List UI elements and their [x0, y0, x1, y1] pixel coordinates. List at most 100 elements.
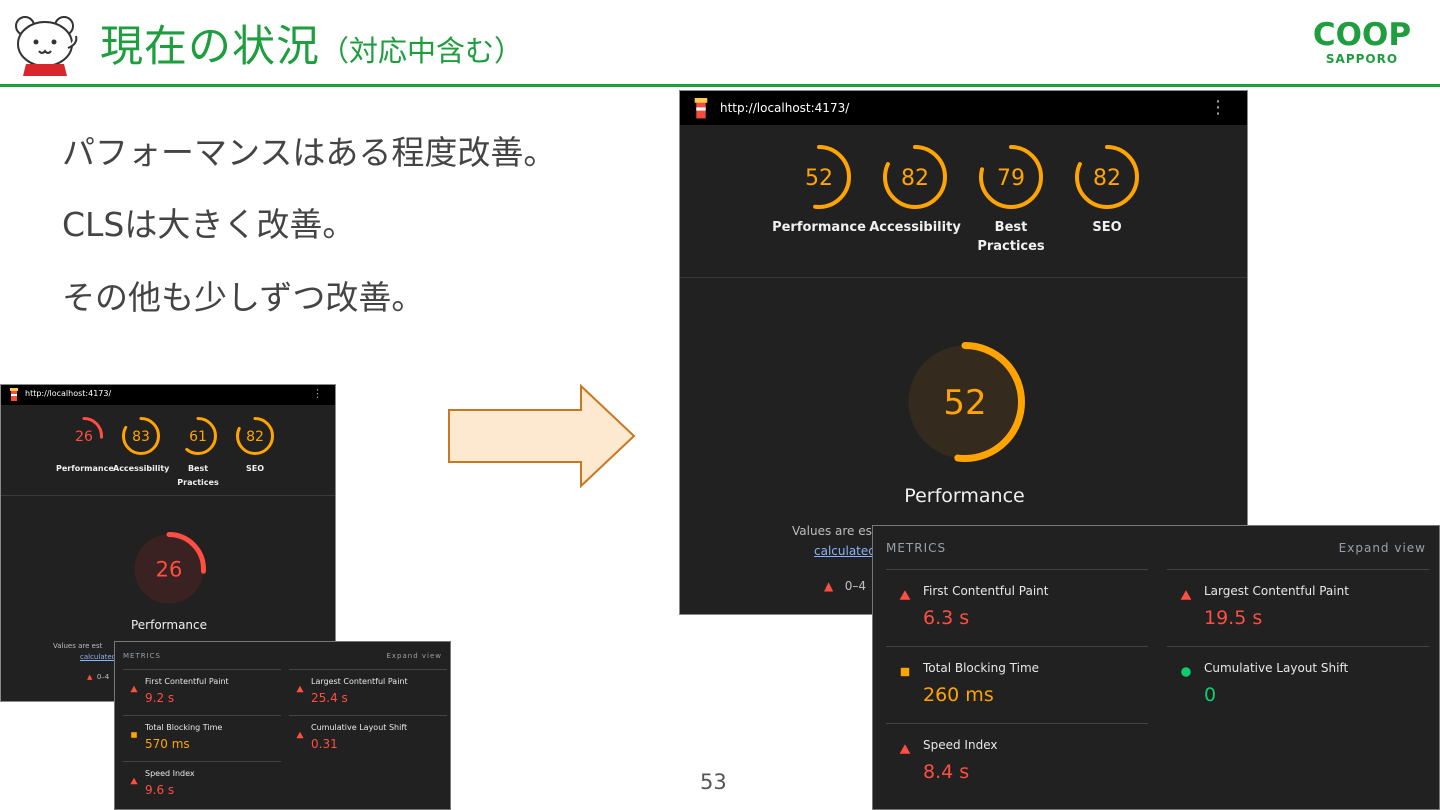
- metric-divider: [289, 715, 447, 716]
- metric-label: First Contentful Paint: [145, 677, 229, 686]
- metric-item: Speed Index 9.6 s: [123, 761, 281, 807]
- metric-item: Cumulative Layout Shift 0: [1167, 646, 1429, 723]
- gauge-score: 26: [75, 429, 93, 445]
- metric-divider: [289, 669, 447, 670]
- score-gauge-performance[interactable]: 26 Performance: [56, 416, 114, 476]
- metric-value: 260 ms: [923, 684, 994, 706]
- triangle-icon: [899, 586, 911, 605]
- metric-label: Speed Index: [145, 769, 195, 778]
- legend-triangle-icon: ▲: [824, 579, 834, 593]
- metric-divider: [123, 669, 281, 670]
- metric-item: First Contentful Paint 9.2 s: [123, 669, 281, 715]
- metric-value: 570 ms: [145, 737, 190, 751]
- before-legend: ▲ 0–4: [87, 673, 110, 681]
- score-gauge-seo[interactable]: 82 SEO: [227, 416, 283, 476]
- after-divider: [680, 277, 1247, 278]
- score-gauge-best[interactable]: 61 Best Practices: [170, 416, 226, 490]
- before-url-bar: http://localhost:4173/ ⋮: [1, 385, 335, 405]
- gauge-label: Accessibility: [869, 220, 961, 235]
- gauge-score: 61: [189, 429, 207, 445]
- metric-label: First Contentful Paint: [923, 584, 1049, 598]
- metric-divider: [886, 569, 1148, 570]
- after-url[interactable]: http://localhost:4173/: [720, 101, 849, 115]
- metric-item: Speed Index 8.4 s: [886, 723, 1148, 800]
- bullet-3: その他も少しずつ改善。: [62, 278, 425, 317]
- right-arrow-icon: [448, 384, 636, 488]
- page-number: 53: [700, 770, 727, 794]
- expand-view-button[interactable]: Expand view: [386, 652, 442, 660]
- score-gauge-seo[interactable]: 82 SEO: [1060, 144, 1154, 237]
- metric-label: Total Blocking Time: [923, 661, 1040, 675]
- before-values-text: Values are est: [53, 642, 103, 650]
- legend-triangle-icon: ▲: [87, 673, 93, 681]
- after-values-text: Values are est: [792, 524, 877, 538]
- gauge-label: SEO: [1092, 220, 1122, 235]
- metric-item: First Contentful Paint 6.3 s: [886, 569, 1148, 646]
- metric-item: Largest Contentful Paint 19.5 s: [1167, 569, 1429, 646]
- logo-main-text: COOP: [1312, 17, 1412, 53]
- score-gauge-accessibility[interactable]: 83 Accessibility: [113, 416, 169, 476]
- triangle-icon: [899, 740, 911, 759]
- lighthouse-icon: [694, 98, 708, 119]
- after-metrics-panel: METRICS Expand view First Contentful Paint…: [872, 525, 1440, 810]
- after-main-gauge: 52: [902, 341, 1028, 463]
- gauge-score: 79: [997, 166, 1025, 191]
- metric-divider: [886, 646, 1148, 647]
- before-menu-icon[interactable]: ⋮: [312, 387, 323, 400]
- square-icon: [130, 724, 138, 743]
- score-gauge-performance[interactable]: 52 Performance: [772, 144, 866, 237]
- metric-value: 6.3 s: [923, 607, 970, 629]
- metric-label: Largest Contentful Paint: [1204, 584, 1349, 598]
- metric-value: 8.4 s: [923, 761, 970, 783]
- metric-label: Cumulative Layout Shift: [311, 723, 408, 732]
- before-metrics-panel: METRICS Expand view First Contentful Paint…: [114, 641, 451, 810]
- before-main-label: Performance: [130, 618, 208, 632]
- circle-icon: [1180, 663, 1192, 682]
- slide-title: 現在の状況（対応中含む）: [100, 22, 524, 72]
- metric-value: 0.31: [311, 737, 338, 751]
- triangle-icon: [130, 770, 138, 789]
- metric-divider: [123, 761, 281, 762]
- after-menu-icon[interactable]: ⋮: [1209, 97, 1227, 118]
- after-main-label: Performance: [904, 485, 1025, 507]
- gauge-score: 83: [132, 429, 150, 445]
- after-calc-link[interactable]: calculated: [814, 544, 876, 558]
- after-legend: ▲ 0–4: [824, 579, 866, 593]
- metric-label: Largest Contentful Paint: [311, 677, 408, 686]
- metric-divider: [1167, 569, 1429, 570]
- gauge-score: 82: [1093, 166, 1121, 191]
- gauge-label-line2: Practices: [977, 239, 1045, 254]
- metric-divider: [123, 715, 281, 716]
- after-url-bar: http://localhost:4173/ ⋮: [680, 91, 1247, 125]
- coop-sapporo-logo: COOP SAPPORO: [1300, 17, 1424, 67]
- gauge-label-line2: Practices: [177, 478, 219, 487]
- slide-title-sub: （対応中含む）: [320, 34, 524, 68]
- metric-value: 0: [1204, 684, 1217, 706]
- metric-divider: [886, 723, 1148, 724]
- metric-label: Total Blocking Time: [145, 723, 223, 732]
- metrics-header: METRICS: [886, 541, 947, 555]
- metric-divider: [1167, 646, 1429, 647]
- gauge-label: Accessibility: [113, 464, 170, 473]
- bear-mascot-icon: [15, 16, 78, 76]
- square-icon: [899, 663, 911, 682]
- bullet-2: CLSは大きく改善。: [62, 205, 356, 244]
- metric-value: 25.4 s: [311, 691, 348, 705]
- metric-label: Speed Index: [923, 738, 998, 752]
- before-divider: [1, 495, 335, 496]
- metric-item: Total Blocking Time 570 ms: [123, 715, 281, 761]
- gauge-score: 52: [805, 166, 833, 191]
- triangle-icon: [1180, 586, 1192, 605]
- metric-item: Cumulative Layout Shift 0.31: [289, 715, 447, 761]
- expand-view-button[interactable]: Expand view: [1339, 541, 1426, 555]
- metric-item: Largest Contentful Paint 25.4 s: [289, 669, 447, 715]
- gauge-label: Performance: [772, 220, 866, 235]
- before-calc-link[interactable]: calculated: [80, 653, 116, 661]
- bullet-1: パフォーマンスはある程度改善。: [62, 133, 557, 172]
- score-gauge-accessibility[interactable]: 82 Accessibility: [868, 144, 962, 237]
- triangle-icon: [130, 678, 138, 697]
- score-gauge-best[interactable]: 79 Best Practices: [964, 144, 1058, 256]
- before-url[interactable]: http://localhost:4173/: [25, 389, 111, 398]
- metric-value: 9.2 s: [145, 691, 175, 705]
- gauge-label: SEO: [245, 464, 265, 473]
